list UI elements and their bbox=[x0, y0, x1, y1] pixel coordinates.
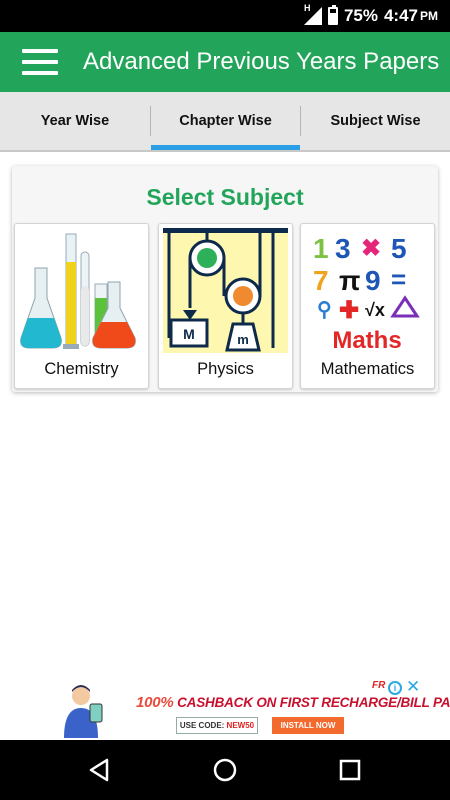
svg-text:m: m bbox=[237, 332, 249, 347]
svg-text:⚲: ⚲ bbox=[317, 299, 332, 321]
tab-subject-wise[interactable]: Subject Wise bbox=[301, 92, 450, 150]
subject-physics[interactable]: M m Physics bbox=[158, 223, 293, 389]
svg-text:5: 5 bbox=[391, 233, 407, 264]
svg-text:✚: ✚ bbox=[339, 297, 359, 324]
subject-label: Physics bbox=[197, 360, 254, 378]
card-title: Select Subject bbox=[146, 184, 304, 210]
system-nav-bar bbox=[0, 740, 450, 800]
ad-promo-code: USE CODE: NEW50 bbox=[176, 717, 258, 734]
select-subject-card: Select Subject Chemistry M m Physics 1 3… bbox=[12, 166, 438, 392]
subject-label: Chemistry bbox=[44, 360, 119, 378]
status-icons: H 75% 4:47 PM bbox=[303, 3, 438, 27]
svg-text:π: π bbox=[339, 265, 360, 296]
battery-icon bbox=[327, 5, 338, 25]
ad-close-icon[interactable]: ✕ bbox=[406, 677, 420, 697]
home-icon[interactable] bbox=[210, 755, 240, 785]
tab-chapter-wise[interactable]: Chapter Wise bbox=[151, 92, 300, 150]
ad-brand-logo: FR bbox=[372, 680, 386, 691]
clock-time: 4:47 bbox=[383, 6, 418, 25]
subject-label: Mathematics bbox=[320, 360, 415, 378]
signal-icon: H bbox=[303, 3, 322, 25]
svg-text:√x: √x bbox=[365, 300, 385, 320]
svg-text:1: 1 bbox=[313, 233, 329, 264]
ad-install-button[interactable]: INSTALL NOW bbox=[272, 717, 344, 734]
network-type-label: H bbox=[303, 3, 311, 13]
ad-person-illustration bbox=[64, 685, 103, 738]
svg-text:7: 7 bbox=[313, 265, 329, 296]
ad-headline: 100% CASHBACK ON FIRST RECHARGE/BILL PAY… bbox=[136, 694, 450, 711]
ad-info-icon[interactable]: i bbox=[388, 681, 402, 695]
pulley-system-image: M m bbox=[163, 228, 288, 353]
page-title: Advanced Previous Years Papers bbox=[83, 48, 440, 75]
subject-mathematics[interactable]: 1 3 ✖ 5 7 π 9 = ⚲ ✚ √x Maths Mathematics bbox=[300, 223, 435, 389]
svg-text:✖: ✖ bbox=[361, 235, 381, 262]
status-bar: H 75% 4:47 PM bbox=[0, 0, 450, 32]
math-image-word: Maths bbox=[332, 327, 401, 353]
recents-icon[interactable] bbox=[335, 755, 365, 785]
back-icon[interactable] bbox=[85, 755, 115, 785]
battery-percent: 75% bbox=[343, 6, 378, 25]
svg-text:9: 9 bbox=[365, 265, 381, 296]
subject-chemistry[interactable]: Chemistry bbox=[14, 223, 149, 389]
app-bar: Advanced Previous Years Papers bbox=[0, 32, 450, 92]
svg-text:3: 3 bbox=[335, 233, 351, 264]
tab-year-wise[interactable]: Year Wise bbox=[0, 92, 150, 150]
hamburger-menu-icon[interactable] bbox=[22, 49, 58, 75]
ad-banner[interactable]: 100% CASHBACK ON FIRST RECHARGE/BILL PAY… bbox=[48, 676, 450, 738]
lab-flasks-image bbox=[19, 228, 144, 353]
svg-text:=: = bbox=[391, 264, 406, 294]
clock-ampm: PM bbox=[420, 9, 438, 23]
tab-selected-indicator bbox=[151, 145, 300, 150]
svg-text:M: M bbox=[183, 326, 195, 342]
math-symbols-image: 1 3 ✖ 5 7 π 9 = ⚲ ✚ √x Maths bbox=[305, 228, 430, 354]
tab-bar: Year Wise Chapter Wise Subject Wise bbox=[0, 92, 450, 152]
